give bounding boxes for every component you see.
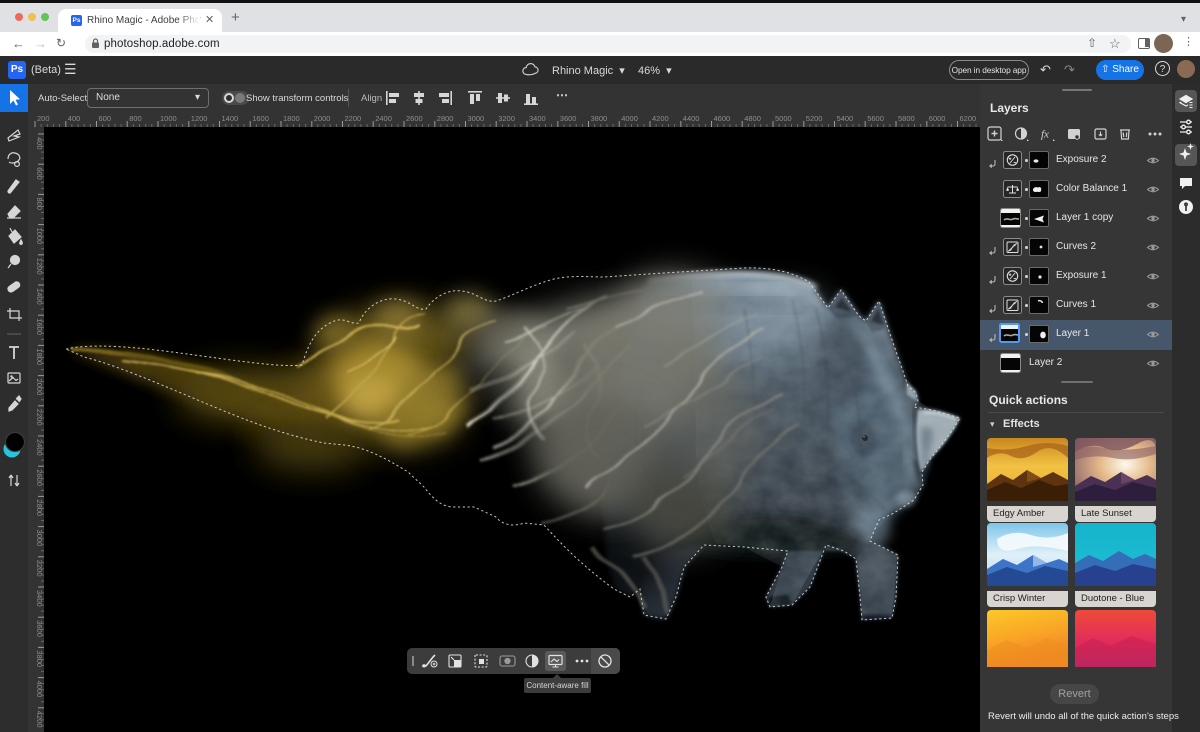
svg-text:3600: 3600 — [560, 114, 577, 123]
svg-text:800: 800 — [35, 197, 44, 210]
svg-text:2600: 2600 — [406, 114, 423, 123]
svg-text:5000: 5000 — [775, 114, 792, 123]
svg-text:1800: 1800 — [283, 114, 300, 123]
svg-text:6200: 6200 — [960, 114, 977, 123]
svg-text:6000: 6000 — [929, 114, 946, 123]
svg-text:fx: fx — [1041, 129, 1049, 141]
svg-text:1000: 1000 — [160, 114, 177, 123]
svg-text:1600: 1600 — [252, 114, 269, 123]
svg-text:800: 800 — [129, 114, 142, 123]
svg-text:2000: 2000 — [314, 114, 331, 123]
svg-text:4200: 4200 — [652, 114, 669, 123]
svg-text:2800: 2800 — [437, 114, 454, 123]
svg-text:3800: 3800 — [591, 114, 608, 123]
svg-text:1400: 1400 — [222, 114, 239, 123]
svg-text:400: 400 — [68, 114, 81, 123]
svg-text:200: 200 — [37, 114, 50, 123]
svg-text:4400: 4400 — [683, 114, 700, 123]
svg-text:5800: 5800 — [898, 114, 915, 123]
svg-text:4000: 4000 — [621, 114, 638, 123]
svg-text:2200: 2200 — [345, 114, 362, 123]
svg-text:3400: 3400 — [529, 114, 546, 123]
svg-text:1200: 1200 — [191, 114, 208, 123]
svg-text:600: 600 — [99, 114, 112, 123]
svg-text:5200: 5200 — [806, 114, 823, 123]
svg-text:4800: 4800 — [744, 114, 761, 123]
svg-text:400: 400 — [35, 137, 44, 150]
svg-text:3200: 3200 — [498, 114, 515, 123]
svg-text:600: 600 — [35, 167, 44, 180]
svg-text:4600: 4600 — [714, 114, 731, 123]
svg-text:5600: 5600 — [867, 114, 884, 123]
svg-text:5400: 5400 — [837, 114, 854, 123]
svg-text:3000: 3000 — [468, 114, 485, 123]
svg-text:2400: 2400 — [375, 114, 392, 123]
